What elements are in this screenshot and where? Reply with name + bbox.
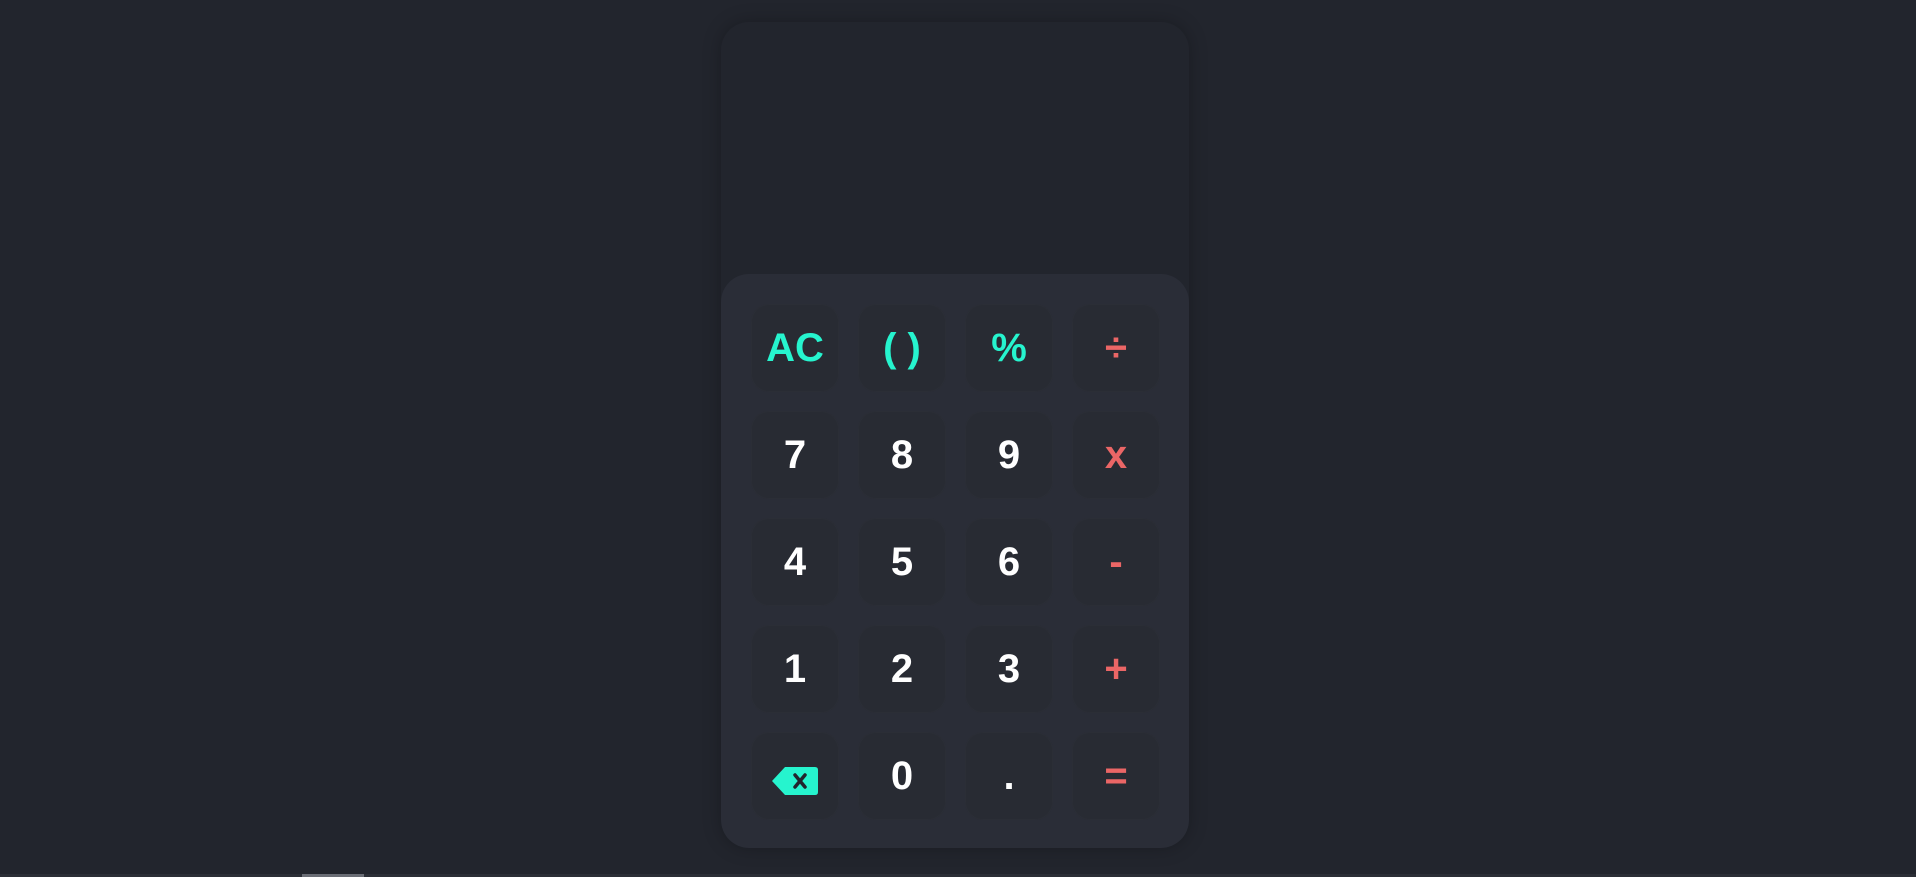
digit-6-button[interactable]: 6	[965, 518, 1053, 606]
keypad: AC ( ) % ÷ 7 8 9 x 4 5 6 - 1 2 3 + 0 . =	[721, 274, 1189, 848]
digit-1-button[interactable]: 1	[751, 625, 839, 713]
percent-button[interactable]: %	[965, 304, 1053, 392]
digit-9-button[interactable]: 9	[965, 411, 1053, 499]
subtract-button[interactable]: -	[1072, 518, 1160, 606]
parentheses-button[interactable]: ( )	[858, 304, 946, 392]
add-button[interactable]: +	[1072, 625, 1160, 713]
digit-2-button[interactable]: 2	[858, 625, 946, 713]
digit-0-button[interactable]: 0	[858, 732, 946, 820]
backspace-button[interactable]	[751, 732, 839, 820]
digit-7-button[interactable]: 7	[751, 411, 839, 499]
decimal-button[interactable]: .	[965, 732, 1053, 820]
display-screen	[721, 22, 1189, 274]
multiply-button[interactable]: x	[1072, 411, 1160, 499]
digit-8-button[interactable]: 8	[858, 411, 946, 499]
divide-button[interactable]: ÷	[1072, 304, 1160, 392]
backspace-icon	[771, 761, 819, 795]
digit-3-button[interactable]: 3	[965, 625, 1053, 713]
clear-button[interactable]: AC	[751, 304, 839, 392]
equals-button[interactable]: =	[1072, 732, 1160, 820]
digit-4-button[interactable]: 4	[751, 518, 839, 606]
calculator: AC ( ) % ÷ 7 8 9 x 4 5 6 - 1 2 3 + 0 . =	[721, 22, 1189, 848]
digit-5-button[interactable]: 5	[858, 518, 946, 606]
